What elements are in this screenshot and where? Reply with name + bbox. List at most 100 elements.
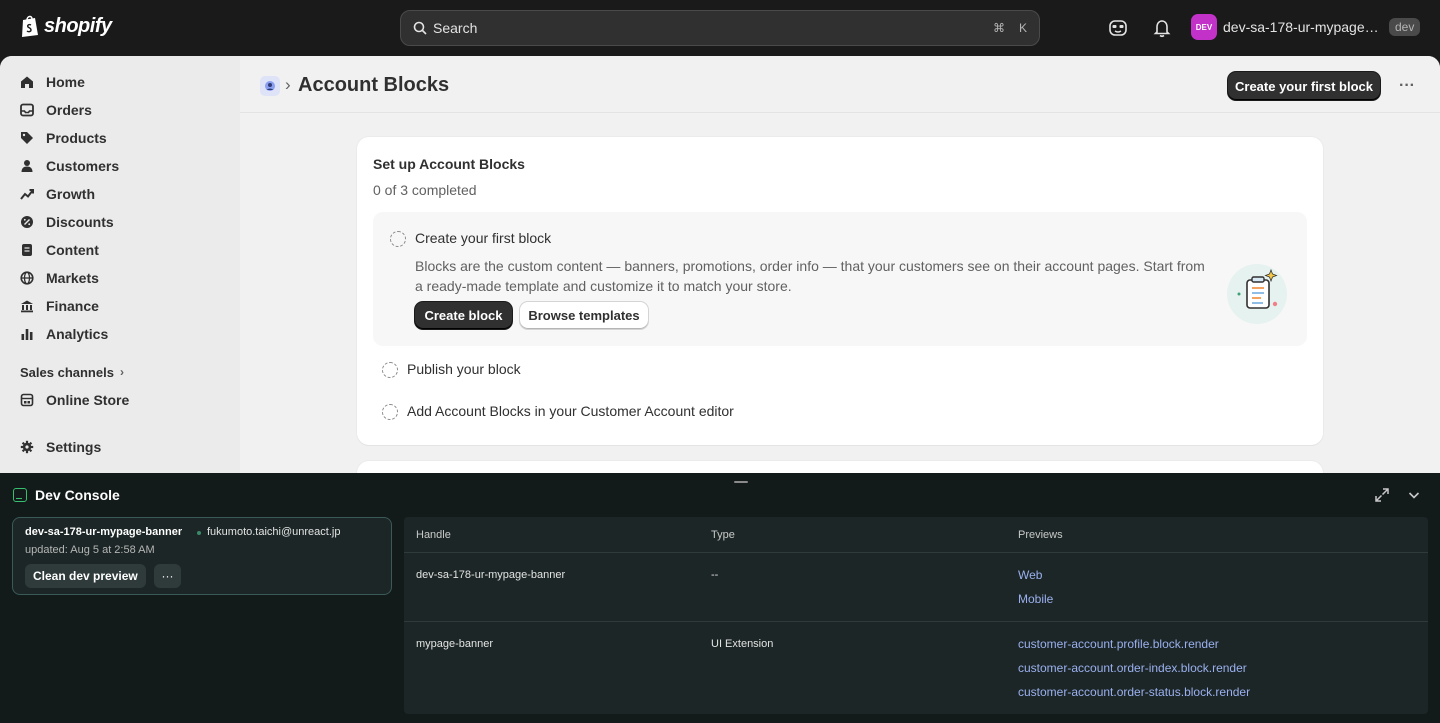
inbox-icon bbox=[20, 103, 34, 117]
preview-link-profile[interactable]: customer-account.profile.block.render bbox=[1018, 637, 1219, 651]
shopify-logo[interactable]: shopify bbox=[20, 14, 112, 38]
cell-handle: mypage-banner bbox=[416, 638, 494, 650]
sidebar-item-customers[interactable]: Customers bbox=[0, 152, 240, 180]
sidebar-item-content[interactable]: Content bbox=[0, 236, 240, 264]
step-title: Add Account Blocks in your Customer Acco… bbox=[407, 403, 734, 419]
store-switcher[interactable]: DEV dev-sa-178-ur-mypage-banner dev bbox=[1191, 14, 1421, 40]
session-email: fukumoto.taichi@unreact.jp bbox=[207, 526, 341, 538]
incomplete-circle-icon[interactable] bbox=[382, 362, 398, 378]
sidebar-item-label: Settings bbox=[46, 439, 102, 455]
step-title: Publish your block bbox=[407, 361, 521, 377]
status-dot bbox=[197, 531, 201, 535]
sidebar-item-label: Online Store bbox=[46, 392, 130, 408]
sidebar-item-discounts[interactable]: Discounts bbox=[0, 208, 240, 236]
cell-type: UI Extension bbox=[711, 638, 774, 650]
search-icon bbox=[413, 21, 427, 35]
tag-icon bbox=[21, 132, 33, 144]
admin-frame: Home Orders Products Customers Growth Di… bbox=[0, 56, 1440, 473]
next-card bbox=[357, 461, 1323, 473]
sidebar-item-orders[interactable]: Orders bbox=[0, 96, 240, 124]
session-more-button[interactable]: ··· bbox=[154, 564, 181, 588]
dev-session-card: dev-sa-178-ur-mypage-banner fukumoto.tai… bbox=[12, 517, 392, 595]
chevron-down-icon[interactable] bbox=[1406, 487, 1422, 503]
cell-type: -- bbox=[711, 569, 719, 581]
session-store-name: dev-sa-178-ur-mypage-banner bbox=[25, 526, 183, 538]
document-icon bbox=[22, 244, 32, 256]
bank-icon bbox=[21, 300, 33, 313]
store-name: dev-sa-178-ur-mypage-banner bbox=[1223, 19, 1383, 35]
dev-console: Dev Console dev-sa-178-ur-mypage-banner … bbox=[0, 473, 1440, 723]
sidebar-item-online-store[interactable]: Online Store bbox=[0, 386, 240, 414]
incomplete-circle-icon[interactable] bbox=[390, 231, 406, 247]
column-header-previews: Previews bbox=[1018, 529, 1063, 541]
dev-console-header: Dev Console bbox=[13, 487, 120, 503]
sidebar-item-label: Content bbox=[46, 242, 99, 258]
more-actions-button[interactable]: ··· bbox=[1395, 74, 1419, 98]
sidekick-icon[interactable] bbox=[1107, 17, 1129, 39]
create-block-button[interactable]: Create block bbox=[415, 302, 512, 329]
globe-icon bbox=[20, 271, 34, 285]
dev-console-title: Dev Console bbox=[35, 487, 120, 503]
sidebar-item-markets[interactable]: Markets bbox=[0, 264, 240, 292]
browse-templates-button[interactable]: Browse templates bbox=[520, 302, 648, 329]
bar-chart-icon bbox=[21, 329, 33, 340]
row-divider bbox=[404, 621, 1428, 622]
setup-card: Set up Account Blocks 0 of 3 completed C… bbox=[357, 137, 1323, 445]
discount-icon bbox=[21, 216, 33, 228]
sidebar-nav: Home Orders Products Customers Growth Di… bbox=[0, 56, 240, 473]
sidebar-item-label: Customers bbox=[46, 158, 120, 174]
home-icon bbox=[21, 76, 33, 88]
preview-link-web[interactable]: Web bbox=[1018, 568, 1042, 582]
preview-link-order-status[interactable]: customer-account.order-status.block.rend… bbox=[1018, 685, 1250, 699]
clipboard-illustration-icon bbox=[1227, 264, 1287, 324]
sidebar-item-products[interactable]: Products bbox=[0, 124, 240, 152]
step-description: Blocks are the custom content — banners,… bbox=[415, 258, 1205, 294]
search-input[interactable]: Search bbox=[433, 20, 985, 36]
preview-link-order-index[interactable]: customer-account.order-index.block.rende… bbox=[1018, 661, 1247, 675]
person-icon bbox=[21, 160, 33, 172]
sidebar-item-home[interactable]: Home bbox=[0, 68, 240, 96]
preview-link-mobile[interactable]: Mobile bbox=[1018, 592, 1053, 606]
shopify-bag-icon bbox=[22, 15, 38, 37]
cell-handle: dev-sa-178-ur-mypage-banner bbox=[416, 569, 566, 581]
shopify-wordmark: shopify bbox=[44, 14, 112, 37]
sidebar-item-label: Finance bbox=[46, 298, 99, 314]
sidebar-item-finance[interactable]: Finance bbox=[0, 292, 240, 320]
shortcut-k: K bbox=[1018, 21, 1027, 35]
create-first-block-button[interactable]: Create your first block bbox=[1228, 72, 1380, 100]
clean-dev-preview-button[interactable]: Clean dev preview bbox=[25, 564, 146, 588]
sidebar-item-label: Home bbox=[46, 74, 85, 90]
dev-store-badge: dev bbox=[1389, 18, 1421, 36]
sidebar-section-label: Sales channels bbox=[20, 364, 114, 380]
setup-progress: 0 of 3 completed bbox=[373, 182, 477, 198]
growth-icon bbox=[20, 189, 34, 200]
step-title: Create your first block bbox=[415, 230, 552, 246]
extensions-table: Handle Type Previews dev-sa-178-ur-mypag… bbox=[404, 517, 1428, 714]
main-content: › Account Blocks Create your first block… bbox=[240, 56, 1440, 473]
gear-icon bbox=[20, 440, 34, 454]
sidebar-item-growth[interactable]: Growth bbox=[0, 180, 240, 208]
session-updated: updated: Aug 5 at 2:58 AM bbox=[25, 544, 155, 556]
store-avatar: DEV bbox=[1191, 14, 1217, 40]
sidebar-item-analytics[interactable]: Analytics bbox=[0, 320, 240, 348]
column-header-type: Type bbox=[711, 529, 735, 541]
search-bar[interactable]: Search ⌘ K bbox=[400, 10, 1040, 46]
chevron-right-icon: › bbox=[119, 365, 124, 379]
sidebar-section-sales-channels[interactable]: Sales channels › bbox=[0, 358, 240, 386]
setup-title: Set up Account Blocks bbox=[373, 156, 525, 172]
app-icon[interactable] bbox=[260, 76, 280, 96]
resize-handle[interactable] bbox=[734, 481, 748, 483]
terminal-icon bbox=[13, 488, 27, 502]
incomplete-circle-icon[interactable] bbox=[382, 404, 398, 420]
sidebar-item-label: Growth bbox=[46, 186, 95, 202]
setup-step-create-block[interactable]: Create your first block Blocks are the c… bbox=[373, 212, 1307, 346]
sidebar-item-settings[interactable]: Settings bbox=[0, 433, 240, 461]
bell-icon[interactable] bbox=[1151, 17, 1173, 39]
expand-icon[interactable] bbox=[1374, 487, 1390, 503]
page-header: › Account Blocks Create your first block… bbox=[240, 56, 1440, 113]
sidebar-item-label: Orders bbox=[46, 102, 92, 118]
sidebar-item-label: Products bbox=[46, 130, 107, 146]
sidebar-item-label: Discounts bbox=[46, 214, 114, 230]
breadcrumb-chevron-icon: › bbox=[285, 75, 291, 94]
row-divider bbox=[404, 552, 1428, 553]
